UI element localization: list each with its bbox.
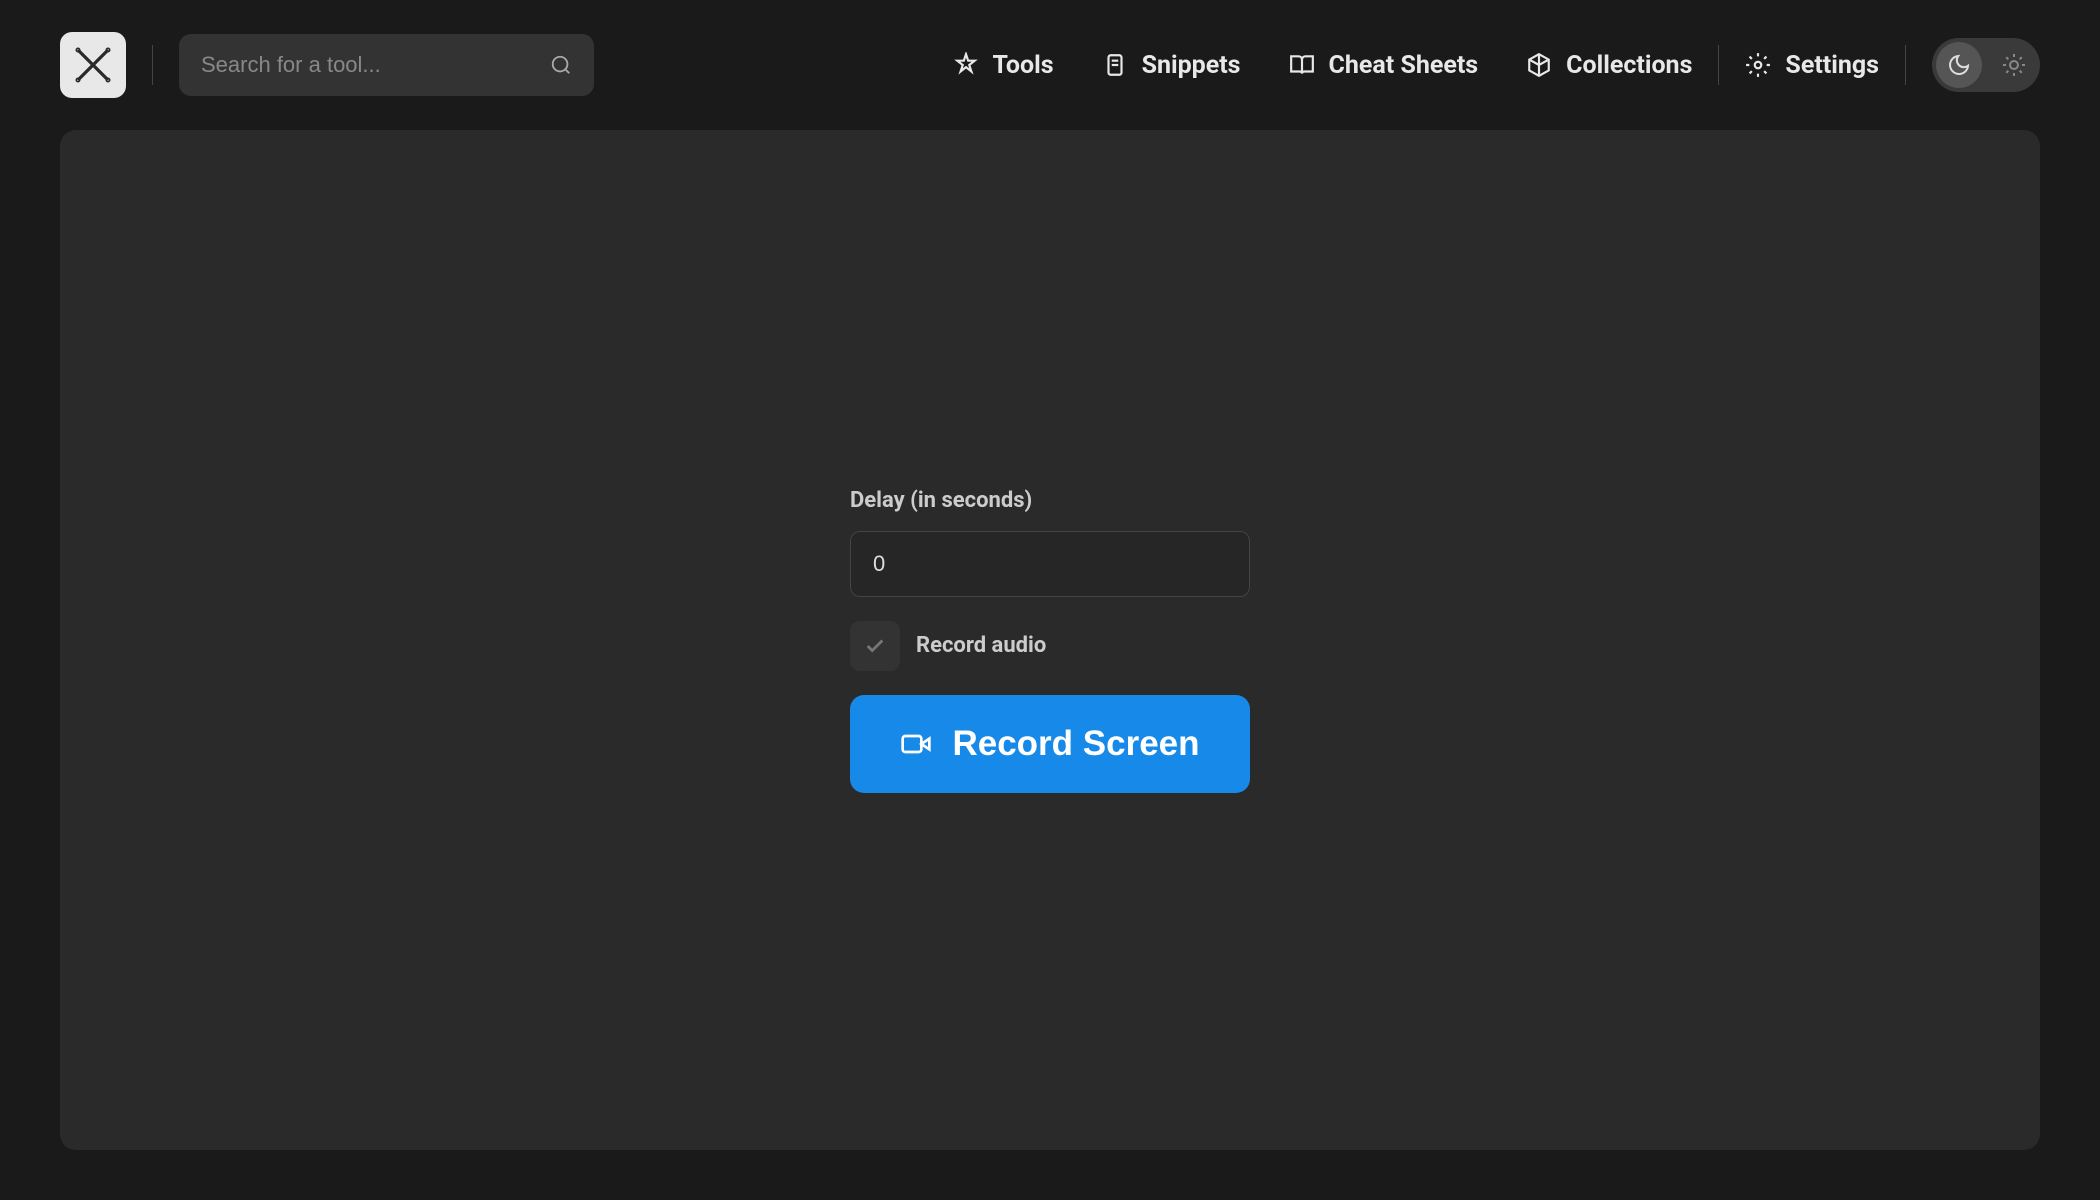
- search-input[interactable]: [179, 34, 594, 96]
- nav-collections-label: Collections: [1566, 51, 1692, 80]
- logo[interactable]: [60, 32, 126, 98]
- nav-snippets-label: Snippets: [1142, 51, 1241, 80]
- collections-icon: [1526, 52, 1552, 78]
- record-screen-button[interactable]: Record Screen: [850, 695, 1250, 793]
- nav-cheat-sheets-label: Cheat Sheets: [1329, 51, 1479, 80]
- main-panel: Delay (in seconds) Record audio Record S…: [60, 130, 2040, 1150]
- delay-label: Delay (in seconds): [850, 488, 1250, 513]
- nav-cheat-sheets[interactable]: Cheat Sheets: [1289, 51, 1479, 80]
- nav-tools[interactable]: Tools: [953, 51, 1054, 80]
- check-icon: [864, 635, 886, 657]
- nav-collections[interactable]: Collections: [1526, 51, 1692, 80]
- divider: [152, 45, 153, 85]
- nav-snippets[interactable]: Snippets: [1102, 51, 1241, 80]
- sun-icon: [2002, 53, 2026, 77]
- video-icon: [900, 728, 932, 760]
- tools-icon: [953, 52, 979, 78]
- record-button-label: Record Screen: [952, 724, 1199, 764]
- record-audio-checkbox[interactable]: [850, 621, 900, 671]
- search-container: [179, 34, 594, 96]
- moon-icon: [1947, 53, 1971, 77]
- theme-toggle[interactable]: [1932, 38, 2040, 92]
- header: Tools Snippets Cheat Sheets Collections: [0, 0, 2100, 130]
- nav-tools-label: Tools: [993, 51, 1054, 80]
- record-audio-label: Record audio: [916, 633, 1046, 658]
- gear-icon: [1745, 52, 1771, 78]
- divider: [1718, 45, 1719, 85]
- logo-icon: [73, 45, 113, 85]
- divider: [1905, 45, 1906, 85]
- delay-input[interactable]: [850, 531, 1250, 597]
- form-container: Delay (in seconds) Record audio Record S…: [850, 488, 1250, 793]
- nav-settings-label: Settings: [1785, 51, 1879, 80]
- book-icon: [1289, 52, 1315, 78]
- search-icon: [550, 54, 572, 76]
- record-audio-row: Record audio: [850, 621, 1250, 671]
- toggle-thumb: [1936, 42, 1982, 88]
- nav-settings[interactable]: Settings: [1745, 51, 1879, 80]
- nav-items: Tools Snippets Cheat Sheets Collections: [953, 51, 1693, 80]
- snippets-icon: [1102, 52, 1128, 78]
